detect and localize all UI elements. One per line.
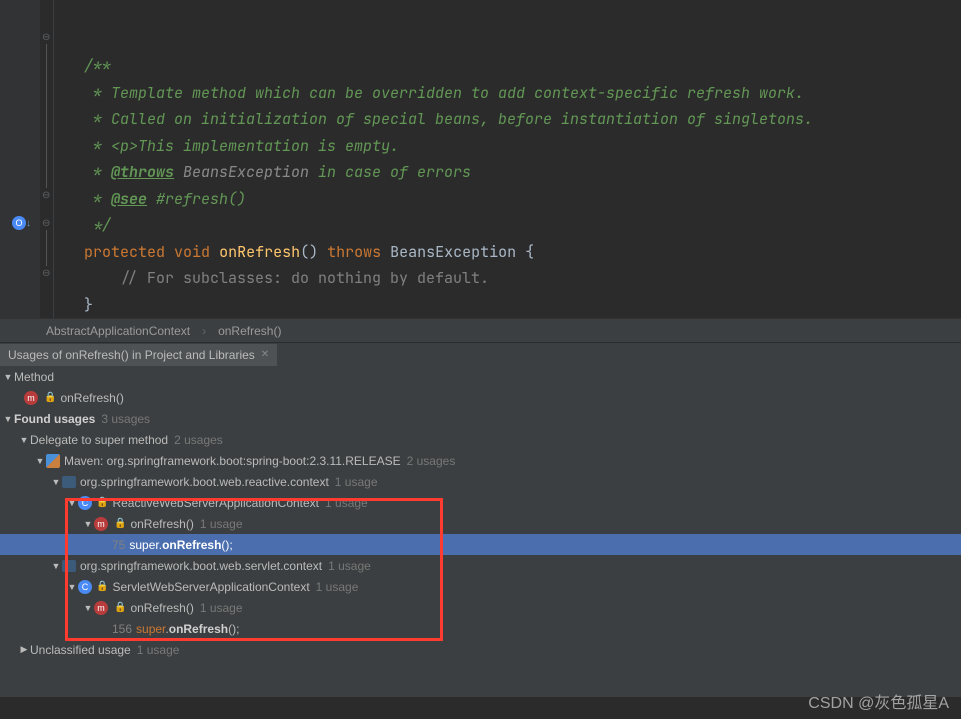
watermark: CSDN @灰色孤星A [808,689,949,713]
expand-icon[interactable]: ▼ [82,603,94,613]
method-label: onRefresh() [60,391,123,405]
tree-node-class[interactable]: ▼ C 🔒 ServletWebServerApplicationContext… [0,576,961,597]
usage-count: 2 usages [174,433,223,447]
expand-icon[interactable]: ▼ [66,498,78,508]
javadoc-line: */ [84,215,111,235]
fold-end-icon[interactable]: ⊖ [42,268,50,279]
expand-icon[interactable]: ▼ [34,456,46,466]
package-label: org.springframework.boot.web.servlet.con… [80,559,322,573]
expand-icon[interactable]: ▼ [2,372,14,382]
tree-node-found[interactable]: ▼ Found usages 3 usages [0,408,961,429]
lock-icon: 🔒 [96,497,108,508]
tree-node-class[interactable]: ▼ C 🔒 ReactiveWebServerApplicationContex… [0,492,961,513]
close-icon[interactable]: ✕ [261,349,269,360]
implements-arrow-icon[interactable]: ↓ [26,218,31,229]
editor-gutter: O ↓ [0,0,40,318]
fold-end-icon[interactable]: ⊖ [42,190,50,201]
tree-node-method[interactable]: ▼ m 🔒 onRefresh() 1 usage [0,513,961,534]
code-editor[interactable]: O ↓ ⊖ ⊖ ⊖ ⊖ /** * Template method which … [0,0,961,318]
lock-icon: 🔒 [114,602,126,613]
lock-icon: 🔒 [44,392,56,403]
maven-label: Maven: org.springframework.boot:spring-b… [64,454,401,468]
expand-icon[interactable]: ▼ [18,435,30,445]
code-snippet: super.onRefresh(); [136,622,239,636]
expand-icon[interactable]: ▼ [50,561,62,571]
expand-icon[interactable]: ▼ [66,582,78,592]
usage-count: 1 usage [200,517,243,531]
fold-column: ⊖ ⊖ ⊖ ⊖ [40,0,54,318]
tree-node-package[interactable]: ▼ org.springframework.boot.web.servlet.c… [0,555,961,576]
usage-count: 1 usage [325,496,368,510]
class-label: ReactiveWebServerApplicationContext [112,496,319,510]
tree-node-method[interactable]: ▼ m 🔒 onRefresh() 1 usage [0,597,961,618]
line-number: 156 [112,622,132,636]
usage-count: 1 usage [200,601,243,615]
code-snippet: super.onRefresh(); [129,538,232,552]
class-icon: C [78,580,92,594]
tree-node-usage-line[interactable]: 156 super.onRefresh(); [0,618,961,639]
code-area[interactable]: /** * Template method which can be overr… [54,0,813,318]
tree-node-delegate[interactable]: ▼ Delegate to super method 2 usages [0,429,961,450]
method-label: onRefresh() [130,517,193,531]
usage-count: 1 usage [328,559,371,573]
expand-icon[interactable]: ▼ [2,414,14,424]
package-icon [62,560,76,572]
expand-icon[interactable]: ▼ [50,477,62,487]
breadcrumb-method[interactable]: onRefresh() [212,324,287,338]
method-icon: m [94,601,108,615]
expand-icon[interactable]: ▼ [82,519,94,529]
breadcrumb[interactable]: AbstractApplicationContext › onRefresh() [0,318,961,342]
package-label: org.springframework.boot.web.reactive.co… [80,475,329,489]
package-icon [62,476,76,488]
tree-node-usage-line[interactable]: 75 super.onRefresh(); [0,534,961,555]
lock-icon: 🔒 [96,581,108,592]
lock-icon: 🔒 [114,518,126,529]
tab-title: Usages of onRefresh() in Project and Lib… [8,348,255,362]
find-usages-tab[interactable]: Usages of onRefresh() in Project and Lib… [0,344,277,366]
tree-node-package[interactable]: ▼ org.springframework.boot.web.reactive.… [0,471,961,492]
breadcrumb-separator: › [196,324,212,338]
fold-toggle-icon[interactable]: ⊖ [42,218,50,229]
javadoc-line: * @see #refresh() [84,189,246,209]
method-label: onRefresh() [130,601,193,615]
usages-tree[interactable]: ▼ Method m 🔒 onRefresh() ▼ Found usages … [0,366,961,697]
usage-count: 2 usages [407,454,456,468]
method-signature: protected void onRefresh() throws BeansE… [84,242,534,262]
javadoc-line: * Template method which can be overridde… [84,83,804,103]
tree-node-unclassified[interactable]: ▶ Unclassified usage 1 usage [0,639,961,660]
tree-node-method-group[interactable]: ▼ Method [0,366,961,387]
tool-window-tabs: Usages of onRefresh() in Project and Lib… [0,342,961,366]
class-icon: C [78,496,92,510]
tree-node-maven[interactable]: ▼ Maven: org.springframework.boot:spring… [0,450,961,471]
usage-count: 1 usage [335,475,378,489]
maven-icon [46,454,60,468]
class-label: ServletWebServerApplicationContext [112,580,309,594]
fold-line [46,44,47,188]
javadoc-line: * Called on initialization of special be… [84,109,813,129]
javadoc-line: * <p>This implementation is empty. [84,136,399,156]
collapse-icon[interactable]: ▶ [18,644,30,655]
fold-toggle-icon[interactable]: ⊖ [42,32,50,43]
usage-count: 1 usage [316,580,359,594]
javadoc-line: /** [84,56,111,76]
breadcrumb-class[interactable]: AbstractApplicationContext [40,324,196,338]
unclassified-label: Unclassified usage [30,643,131,657]
usage-count: 1 usage [137,643,180,657]
method-icon: m [94,517,108,531]
group-label: Method [14,370,54,384]
line-number: 75 [112,538,125,552]
tree-node-target-method[interactable]: m 🔒 onRefresh() [0,387,961,408]
usage-count: 3 usages [101,412,150,426]
method-icon: m [24,391,38,405]
found-label: Found usages [14,412,95,426]
fold-line [46,230,47,266]
javadoc-line: * @throws BeansException in case of erro… [84,162,471,182]
override-icon[interactable]: O [12,216,26,230]
delegate-label: Delegate to super method [30,433,168,447]
closing-brace: } [84,295,93,315]
comment-line: // For subclasses: do nothing by default… [120,268,489,288]
